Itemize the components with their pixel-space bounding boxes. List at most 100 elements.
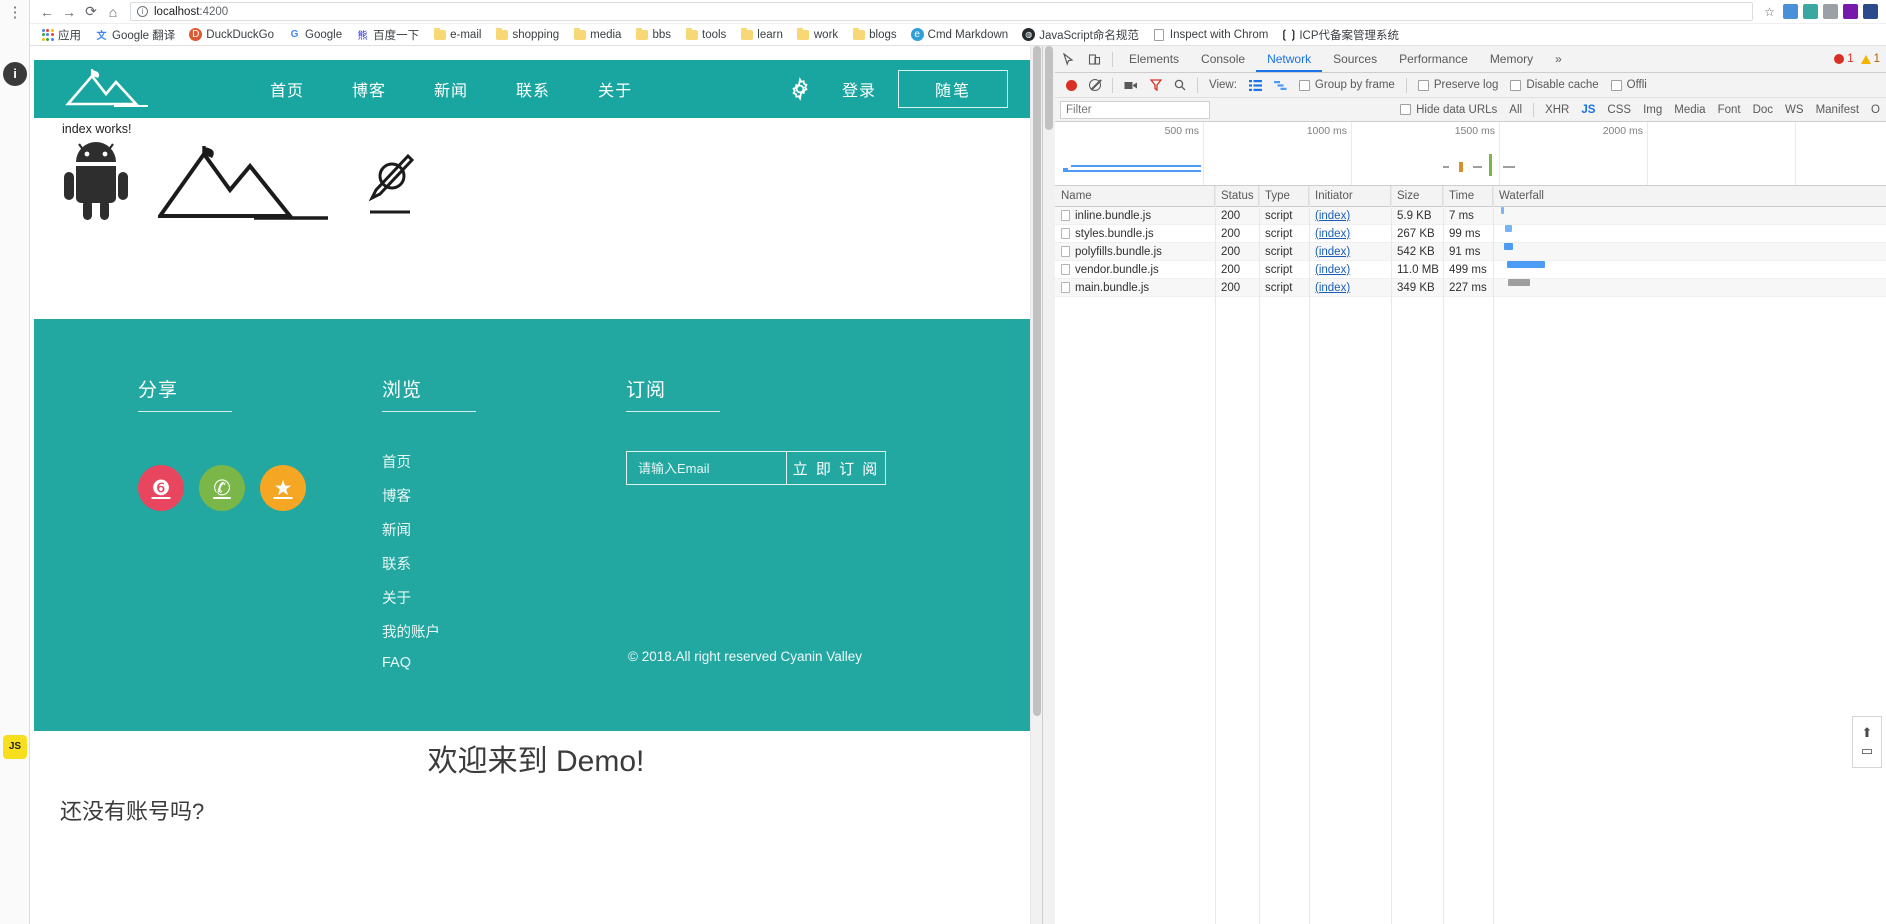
brand-logo-icon[interactable] [62, 66, 174, 112]
forward-button[interactable]: → [58, 2, 80, 22]
extension-teal-icon[interactable] [1803, 4, 1818, 19]
preserve-log-checkbox[interactable]: Preserve log [1412, 79, 1505, 91]
table-row[interactable]: inline.bundle.js 200 script (index) 5.9 … [1055, 206, 1886, 225]
disable-cache-checkbox[interactable]: Disable cache [1504, 79, 1604, 91]
footer-link-faq[interactable]: FAQ [382, 655, 440, 671]
error-badge[interactable]: 1 [1834, 53, 1854, 65]
column-header-initiator[interactable]: Initiator [1309, 186, 1391, 207]
bookmark-duckduckgo[interactable]: D DuckDuckGo [182, 25, 281, 45]
hide-data-urls-checkbox[interactable]: Hide data URLs [1394, 104, 1503, 116]
column-header-time[interactable]: Time [1443, 186, 1493, 207]
tab-network[interactable]: Network [1256, 46, 1322, 72]
nav-item-contact[interactable]: 联系 [492, 77, 574, 101]
subscribe-button[interactable]: 立 即 订 阅 [786, 451, 886, 485]
table-row[interactable]: vendor.bundle.js 200 script (index) 11.0… [1055, 260, 1886, 279]
essay-cta-button[interactable]: 随笔 [898, 70, 1008, 108]
column-header-type[interactable]: Type [1259, 186, 1309, 207]
filter-type-font[interactable]: Font [1712, 104, 1747, 116]
filter-input[interactable] [1060, 100, 1210, 119]
devtools-scrollbar-thumb[interactable] [1045, 46, 1053, 130]
extension-grey-icon[interactable] [1823, 4, 1838, 19]
tab-memory[interactable]: Memory [1479, 46, 1544, 72]
filter-type-media[interactable]: Media [1668, 104, 1711, 116]
filter-toggle-button[interactable] [1144, 79, 1168, 91]
filter-type-img[interactable]: Img [1637, 104, 1668, 116]
filter-type-other[interactable]: O [1865, 104, 1886, 116]
inspect-cursor-icon[interactable] [1055, 46, 1081, 72]
footer-link-blog[interactable]: 博客 [382, 485, 440, 506]
bookmark-icp[interactable]: ❲❳ ICP代备案管理系统 [1275, 25, 1406, 45]
footer-link-home[interactable]: 首页 [382, 451, 440, 472]
column-header-waterfall[interactable]: Waterfall [1493, 186, 1886, 207]
bookmark-folder-work[interactable]: work [790, 25, 845, 45]
qzone-icon[interactable]: ★ [260, 465, 306, 511]
group-by-frame-checkbox[interactable]: Group by frame [1293, 79, 1401, 91]
search-button[interactable] [1168, 79, 1192, 91]
footer-link-contact[interactable]: 联系 [382, 553, 440, 574]
js-badge-icon[interactable]: JS [3, 735, 27, 759]
request-initiator[interactable]: (index) [1315, 210, 1350, 222]
bookmark-star-icon[interactable]: ☆ [1761, 3, 1778, 20]
profile-icon[interactable] [1863, 4, 1878, 19]
address-bar[interactable]: i localhost:4200 [130, 2, 1753, 21]
vertical-menu-icon[interactable]: ⋮ [7, 5, 23, 26]
page-scrollbar[interactable] [1030, 46, 1042, 924]
bookmark-cmd-markdown[interactable]: e Cmd Markdown [904, 25, 1016, 45]
filter-type-js[interactable]: JS [1575, 104, 1601, 116]
devtools-left-scrollbar[interactable] [1043, 46, 1055, 924]
wechat-icon[interactable]: ✆ [199, 465, 245, 511]
nav-item-home[interactable]: 首页 [246, 77, 328, 101]
warning-badge[interactable]: 1 [1860, 53, 1880, 65]
request-initiator[interactable]: (index) [1315, 228, 1350, 240]
bookmark-javascript-naming[interactable]: ◍ JavaScript命名规范 [1015, 25, 1146, 45]
nav-item-blog[interactable]: 博客 [328, 77, 410, 101]
settings-gear-button[interactable] [780, 77, 820, 101]
capture-screenshots-button[interactable] [1118, 80, 1144, 91]
extension-onenote-icon[interactable] [1843, 4, 1858, 19]
bookmark-folder-tools[interactable]: tools [678, 25, 733, 45]
bookmark-inspect-with-chrome[interactable]: Inspect with Chrom [1146, 25, 1275, 45]
side-badge-icon[interactable]: i [3, 62, 27, 86]
page-scrollbar-thumb[interactable] [1033, 46, 1041, 716]
bookmark-baidu[interactable]: 熊 百度一下 [349, 25, 426, 45]
home-button[interactable]: ⌂ [102, 2, 124, 22]
nav-item-about[interactable]: 关于 [574, 77, 656, 101]
login-link[interactable]: 登录 [820, 77, 898, 101]
footer-link-about[interactable]: 关于 [382, 587, 440, 608]
column-header-name[interactable]: Name [1055, 186, 1215, 207]
clear-button[interactable] [1083, 79, 1107, 91]
waterfall-view-icon[interactable] [1268, 80, 1293, 91]
device-toolbar-icon[interactable] [1081, 46, 1107, 72]
bookmark-folder-bbs[interactable]: bbs [628, 25, 678, 45]
footer-link-account[interactable]: 我的账户 [382, 621, 440, 642]
filter-type-doc[interactable]: Doc [1747, 104, 1779, 116]
bookmark-folder-media[interactable]: media [566, 25, 628, 45]
tab-sources[interactable]: Sources [1322, 46, 1388, 72]
footer-link-news[interactable]: 新闻 [382, 519, 440, 540]
column-header-size[interactable]: Size [1391, 186, 1443, 207]
column-header-status[interactable]: Status [1215, 186, 1259, 207]
bookmark-folder-learn[interactable]: learn [733, 25, 790, 45]
weibo-icon[interactable]: ❻ [138, 465, 184, 511]
request-initiator[interactable]: (index) [1315, 264, 1350, 276]
filter-type-ws[interactable]: WS [1779, 104, 1810, 116]
tab-elements[interactable]: Elements [1118, 46, 1190, 72]
bookmark-google[interactable]: G Google [281, 25, 349, 45]
extension-blue-icon[interactable] [1783, 4, 1798, 19]
request-initiator[interactable]: (index) [1315, 246, 1350, 258]
tab-performance[interactable]: Performance [1388, 46, 1479, 72]
bookmark-folder-blogs[interactable]: blogs [845, 25, 904, 45]
record-button[interactable] [1060, 79, 1083, 91]
filter-type-css[interactable]: CSS [1601, 104, 1637, 116]
tab-more-button[interactable]: » [1544, 46, 1573, 72]
floating-scroll-widget[interactable]: ⬆ ▭ [1852, 716, 1882, 768]
bookmark-apps[interactable]: 应用 [34, 25, 88, 45]
list-view-icon[interactable] [1243, 79, 1268, 91]
request-initiator[interactable]: (index) [1315, 282, 1350, 294]
nav-item-news[interactable]: 新闻 [410, 77, 492, 101]
filter-type-manifest[interactable]: Manifest [1810, 104, 1865, 116]
email-input[interactable] [626, 451, 786, 485]
bookmark-google-translate[interactable]: 文 Google 翻译 [88, 25, 182, 45]
table-row[interactable]: polyfills.bundle.js 200 script (index) 5… [1055, 242, 1886, 261]
filter-type-all[interactable]: All [1503, 104, 1528, 116]
